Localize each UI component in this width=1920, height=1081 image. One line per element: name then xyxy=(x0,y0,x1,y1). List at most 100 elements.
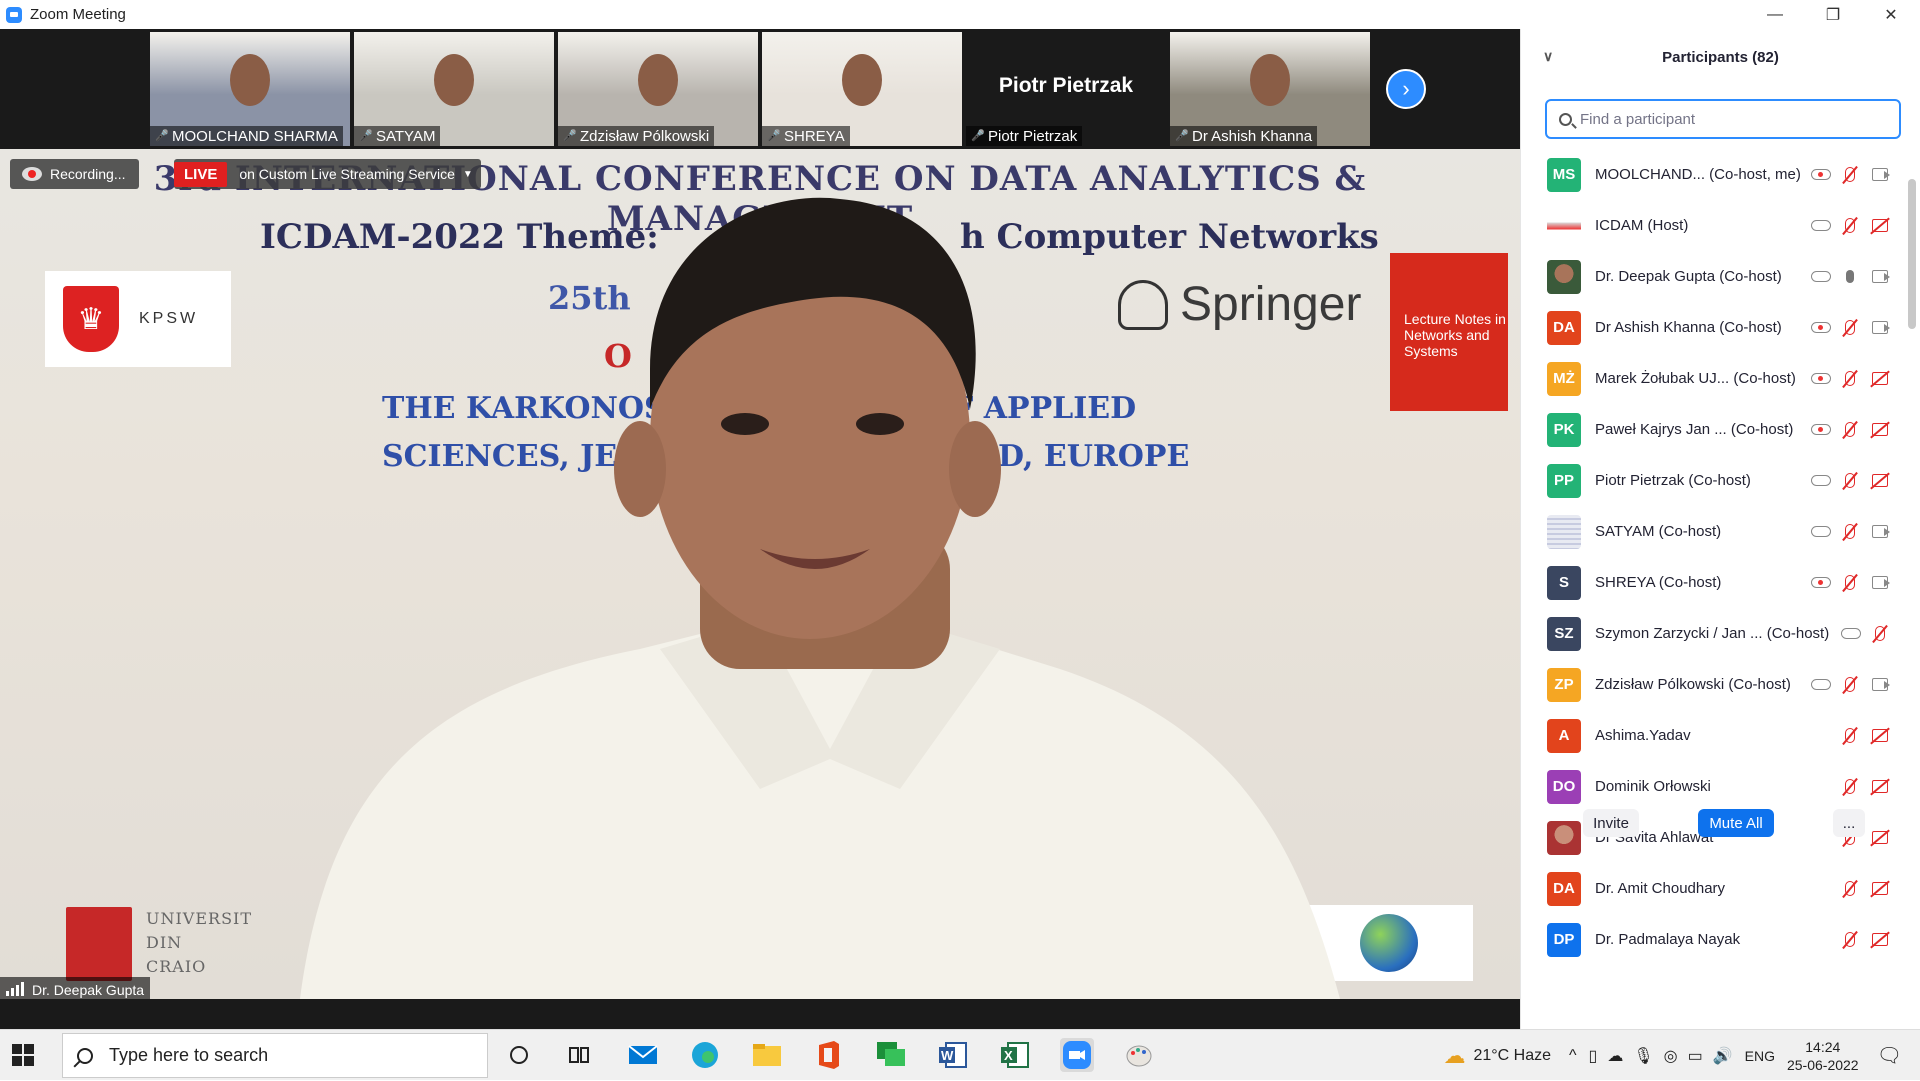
participant-status-icons xyxy=(1803,420,1891,440)
participant-list-scrollbar[interactable] xyxy=(1908,179,1916,329)
next-page-button[interactable]: › xyxy=(1386,69,1426,109)
recording-indicator[interactable]: Recording... xyxy=(10,159,140,189)
participant-row[interactable]: SZ Szymon Zarzycki / Jan ... (Co-host) xyxy=(1521,608,1911,659)
minimize-button[interactable]: — xyxy=(1746,0,1804,29)
task-view-icon[interactable] xyxy=(562,1038,596,1072)
participant-status-icons xyxy=(1831,726,1891,746)
mic-muted-icon[interactable] xyxy=(1869,624,1891,644)
zoom-app-icon xyxy=(6,6,22,23)
excel-icon[interactable]: X xyxy=(998,1038,1032,1072)
mic-muted-icon: 🎤 xyxy=(1175,130,1189,142)
language-indicator[interactable]: ENG xyxy=(1745,1048,1775,1064)
paint-icon[interactable] xyxy=(1122,1038,1156,1072)
zoom-taskbar-icon[interactable] xyxy=(1060,1038,1094,1072)
mic-muted-icon[interactable] xyxy=(1839,369,1861,389)
participant-name: SATYAM (Co-host) xyxy=(1595,523,1722,540)
participant-thumbnail[interactable]: SATYAM 🎤 xyxy=(354,32,554,146)
battery-icon[interactable]: ▭ xyxy=(1688,1046,1703,1066)
mic-muted-icon[interactable] xyxy=(1839,420,1861,440)
mute-all-button[interactable]: Mute All xyxy=(1698,809,1774,837)
invite-button[interactable]: Invite xyxy=(1583,809,1639,837)
mic-muted-icon[interactable] xyxy=(1839,471,1861,491)
mic-icon[interactable] xyxy=(1839,267,1861,287)
participant-name: Dr Ashish Khanna (Co-host) xyxy=(1595,319,1782,336)
participant-row[interactable]: ICDAM (Host) xyxy=(1521,200,1911,251)
taskbar-search-box[interactable]: Type here to search xyxy=(62,1033,488,1078)
participant-thumbnail[interactable]: Piotr Pietrzak Piotr Pietrzak 🎤 xyxy=(966,32,1166,146)
avatar: DA xyxy=(1547,871,1581,906)
mic-muted-icon[interactable] xyxy=(1839,777,1861,797)
chevron-down-icon[interactable]: ∨ xyxy=(1543,48,1553,65)
participant-status-icons xyxy=(1831,879,1891,899)
onedrive-icon[interactable]: ☁ xyxy=(1607,1046,1623,1066)
mic-muted-icon[interactable] xyxy=(1839,165,1861,185)
microphone-icon[interactable]: 🎙 xyxy=(1633,1046,1653,1066)
participant-row[interactable]: DP Dr. Padmalaya Nayak xyxy=(1521,914,1911,965)
avatar: SZ xyxy=(1547,616,1581,651)
mic-muted-icon: 🎤 xyxy=(971,130,985,142)
mic-muted-icon[interactable] xyxy=(1839,879,1861,899)
window-title: Zoom Meeting xyxy=(30,6,126,23)
word-icon[interactable]: W xyxy=(936,1038,970,1072)
participant-row[interactable]: DA Dr Ashish Khanna (Co-host) xyxy=(1521,302,1911,353)
participant-row[interactable]: PP Piotr Pietrzak (Co-host) xyxy=(1521,455,1911,506)
chat-app-icon[interactable] xyxy=(874,1038,908,1072)
participant-thumbnail[interactable]: Dr Ashish Khanna 🎤 xyxy=(1170,32,1370,146)
weather-icon[interactable]: ☁ xyxy=(1443,1043,1465,1069)
participant-name: Dr. Padmalaya Nayak xyxy=(1595,931,1741,948)
cortana-icon[interactable] xyxy=(502,1038,536,1072)
participant-status-icons xyxy=(1803,675,1891,695)
more-options-button[interactable]: ... xyxy=(1833,809,1865,837)
live-streaming-indicator[interactable]: LIVE on Custom Live Streaming Service ▼ xyxy=(174,159,481,189)
recording-status-icon xyxy=(1811,373,1831,384)
participant-row[interactable]: Dr. Deepak Gupta (Co-host) xyxy=(1521,251,1911,302)
mic-muted-icon[interactable] xyxy=(1839,522,1861,542)
participant-thumbnail[interactable]: MOOLCHAND SHARMA 🎤 xyxy=(150,32,350,146)
search-icon xyxy=(77,1047,93,1064)
participant-row[interactable]: ZP Zdzisław Pólkowski (Co-host) xyxy=(1521,659,1911,710)
mic-muted-icon[interactable] xyxy=(1839,675,1861,695)
mail-icon[interactable] xyxy=(626,1038,660,1072)
participant-thumbnail[interactable]: Zdzisław Pólkowski 🎤 xyxy=(558,32,758,146)
mic-muted-icon[interactable] xyxy=(1839,318,1861,338)
weather-text[interactable]: 21°C Haze xyxy=(1473,1047,1551,1065)
mic-muted-icon[interactable] xyxy=(1839,726,1861,746)
notifications-icon[interactable]: 🗨 xyxy=(1877,1043,1902,1068)
edge-browser-icon[interactable] xyxy=(688,1038,722,1072)
file-explorer-icon[interactable] xyxy=(750,1038,784,1072)
device-icon[interactable]: ▯ xyxy=(1589,1046,1598,1066)
mic-muted-icon[interactable] xyxy=(1839,573,1861,593)
participant-row[interactable]: SATYAM (Co-host) xyxy=(1521,506,1911,557)
participant-status-icons xyxy=(1803,573,1891,593)
participant-name: Ashima.Yadav xyxy=(1595,727,1691,744)
participant-status-icons xyxy=(1803,369,1891,389)
participant-row[interactable]: DA Dr. Amit Choudhary xyxy=(1521,863,1911,914)
video-off-icon xyxy=(1869,879,1891,899)
participant-row[interactable]: S SHREYA (Co-host) xyxy=(1521,557,1911,608)
show-hidden-icons-icon[interactable]: ^ xyxy=(1569,1047,1577,1065)
clock[interactable]: 14:24 25-06-2022 xyxy=(1787,1038,1859,1074)
recording-status-icon xyxy=(1811,679,1831,690)
avatar: ZP xyxy=(1547,667,1581,702)
participant-name-tag: MOOLCHAND SHARMA xyxy=(150,126,343,146)
person-head xyxy=(434,54,474,106)
mic-muted-icon[interactable] xyxy=(1839,216,1861,236)
participant-row[interactable]: PK Paweł Kajrys Jan ... (Co-host) xyxy=(1521,404,1911,455)
participant-thumbnail[interactable]: SHREYA 🎤 xyxy=(762,32,962,146)
avatar: MŻ xyxy=(1547,361,1581,396)
close-button[interactable]: ✕ xyxy=(1862,0,1920,29)
participant-row[interactable]: MS MOOLCHAND... (Co-host, me) xyxy=(1521,149,1911,200)
avatar: DO xyxy=(1547,769,1581,804)
windows-start-icon[interactable] xyxy=(12,1044,34,1066)
participant-row[interactable]: MŻ Marek Żołubak UJ... (Co-host) xyxy=(1521,353,1911,404)
mic-muted-icon[interactable] xyxy=(1839,930,1861,950)
participant-search-input[interactable]: Find a participant xyxy=(1545,99,1901,139)
restore-button[interactable]: ❐ xyxy=(1804,0,1862,29)
network-icon[interactable]: ◎ xyxy=(1664,1046,1678,1066)
recording-status-icon xyxy=(1811,475,1831,486)
office-icon[interactable] xyxy=(812,1038,846,1072)
volume-icon[interactable]: 🔊 xyxy=(1713,1046,1733,1066)
participant-row[interactable]: A Ashima.Yadav xyxy=(1521,710,1911,761)
avatar: MS xyxy=(1547,157,1581,192)
chevron-down-icon[interactable]: ▼ xyxy=(463,169,481,180)
